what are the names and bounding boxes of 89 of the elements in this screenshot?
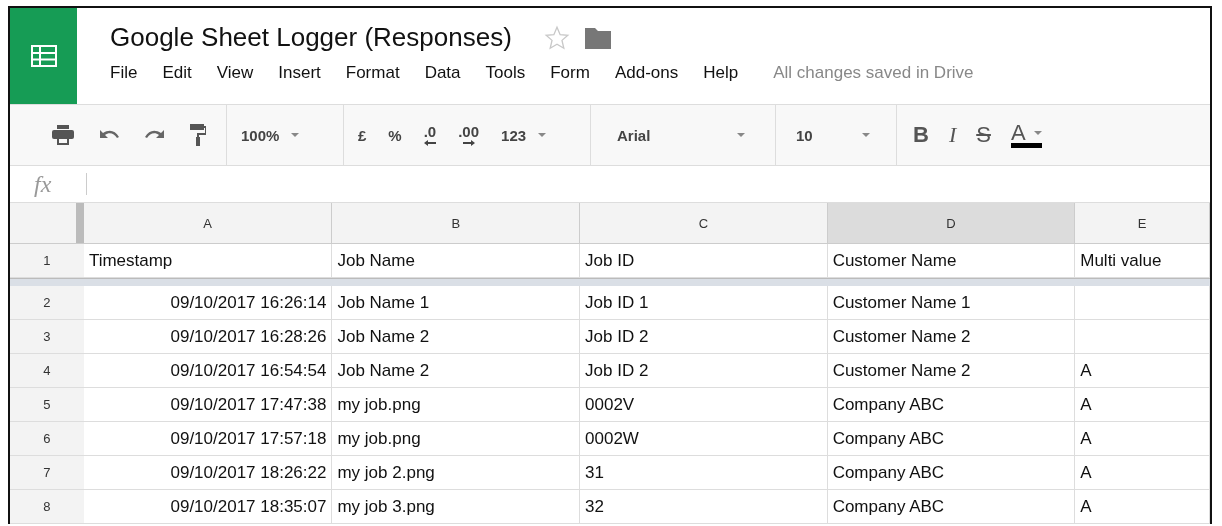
table-cell: Job Name: [337, 250, 415, 271]
table-cell: A: [1080, 428, 1092, 449]
print-icon[interactable]: [52, 125, 74, 145]
formula-label: fx: [34, 170, 53, 198]
number-format-dropdown[interactable]: 123: [501, 126, 547, 144]
save-status: All changes saved in Drive: [773, 63, 974, 83]
row-header[interactable]: 3: [10, 320, 84, 353]
menu-item[interactable]: View: [216, 63, 254, 83]
table-cell: Job Name 2: [337, 360, 430, 381]
percent-button[interactable]: %: [388, 126, 402, 144]
row-header[interactable]: 7: [10, 456, 84, 489]
table-cell: Company ABC: [832, 496, 945, 517]
document-title[interactable]: Google Sheet Logger (Responses): [110, 22, 512, 53]
menu-item[interactable]: Format: [345, 63, 400, 83]
caret-icon: [737, 133, 745, 137]
table-cell: 09/10/2017 17:57:18: [170, 428, 327, 449]
sheets-logo-icon[interactable]: [10, 8, 77, 104]
font-dropdown[interactable]: Arial: [605, 126, 745, 144]
table-cell: 0002V: [585, 394, 635, 415]
table-cell: 09/10/2017 16:28:26: [170, 326, 327, 347]
table-cell: Customer Name: [832, 250, 957, 271]
table-cell: Job Name 1: [337, 292, 430, 313]
row-header[interactable]: 2: [10, 286, 84, 319]
table-cell: Company ABC: [832, 462, 945, 483]
table-cell: Customer Name 2: [832, 360, 971, 381]
table-cell: Customer Name 2: [832, 326, 971, 347]
bold-button[interactable]: B: [913, 122, 929, 148]
column-header[interactable]: B: [332, 203, 581, 243]
table-cell: Multi value: [1080, 250, 1162, 271]
increase-decimals-button[interactable]: .00: [458, 124, 480, 146]
table-cell: my job 3.png: [337, 496, 435, 517]
font-size-dropdown[interactable]: 10: [790, 126, 870, 144]
menu-item[interactable]: Edit: [162, 63, 192, 83]
caret-icon: [1033, 130, 1042, 135]
paint-format-icon[interactable]: [190, 124, 206, 146]
table-cell: Company ABC: [832, 394, 945, 415]
column-header[interactable]: C: [580, 203, 828, 243]
menu-item[interactable]: Help: [703, 63, 739, 83]
table-cell: Job ID 2: [585, 360, 649, 381]
menu-item[interactable]: File: [110, 63, 138, 83]
table-cell: A: [1080, 394, 1092, 415]
strikethrough-button[interactable]: S: [976, 122, 991, 148]
caret-icon: [538, 133, 547, 137]
table-cell: my job.png: [337, 394, 421, 415]
zoom-dropdown[interactable]: 100%: [241, 126, 300, 144]
caret-icon: [291, 133, 300, 137]
menu-item[interactable]: Data: [424, 63, 461, 83]
row-header[interactable]: 4: [10, 354, 84, 387]
table-cell: Job Name 2: [337, 326, 430, 347]
table-cell: 0002W: [585, 428, 639, 449]
decrease-decimals-button[interactable]: .0: [423, 124, 437, 146]
folder-icon[interactable]: [583, 25, 612, 50]
italic-button[interactable]: I: [948, 122, 957, 148]
table-cell: Customer Name 1: [832, 292, 971, 313]
text-color-button[interactable]: A: [1010, 122, 1042, 148]
table-cell: 09/10/2017 17:47:38: [170, 394, 327, 415]
table-cell: 31: [585, 462, 604, 483]
column-header[interactable]: D: [827, 203, 1076, 243]
menu-item[interactable]: Insert: [278, 63, 321, 83]
currency-button[interactable]: £: [358, 126, 367, 144]
row-header[interactable]: 1: [10, 244, 84, 277]
row-header[interactable]: 5: [10, 388, 84, 421]
table-cell: 09/10/2017 18:35:07: [170, 496, 327, 517]
table-cell: my job 2.png: [337, 462, 435, 483]
caret-icon: [862, 133, 870, 137]
table-cell: 09/10/2017 16:26:14: [170, 292, 327, 313]
row-header[interactable]: 6: [10, 422, 84, 455]
table-cell: Company ABC: [832, 428, 945, 449]
row-header[interactable]: 8: [10, 490, 84, 523]
column-header[interactable]: E: [1075, 203, 1210, 243]
freeze-handle[interactable]: [75, 203, 84, 243]
table-cell: 09/10/2017 16:54:54: [170, 360, 327, 381]
table-cell: Job ID 2: [585, 326, 649, 347]
column-header[interactable]: A: [83, 203, 333, 243]
table-cell: A: [1080, 360, 1092, 381]
table-cell: 32: [585, 496, 604, 517]
table-cell: Job ID: [585, 250, 635, 271]
table-cell: 09/10/2017 18:26:22: [170, 462, 327, 483]
table-cell: my job.png: [337, 428, 421, 449]
menu-item[interactable]: Form: [550, 63, 590, 83]
menu-item[interactable]: Tools: [485, 63, 526, 83]
table-cell: Timestamp: [88, 250, 173, 271]
menu-item[interactable]: Add-ons: [614, 63, 679, 83]
table-cell: A: [1080, 496, 1092, 517]
right-arrow-icon: [462, 140, 475, 146]
table-cell: A: [1080, 462, 1092, 483]
star-icon[interactable]: [543, 24, 570, 51]
left-arrow-icon: [423, 140, 436, 146]
table-cell: Job ID 1: [585, 292, 649, 313]
